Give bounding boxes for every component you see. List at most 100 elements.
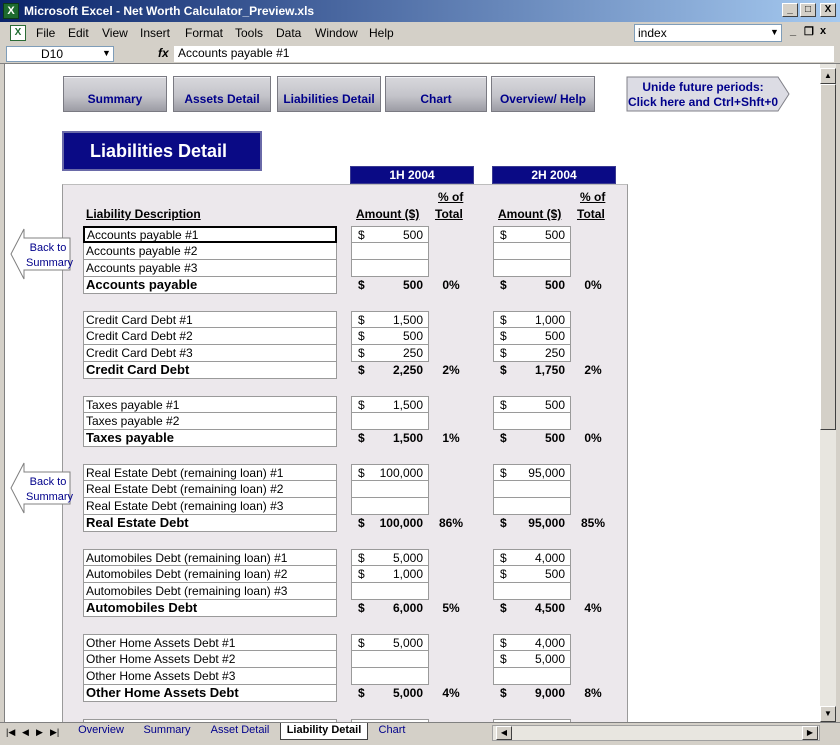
tab-first-icon[interactable]: |◀	[6, 727, 15, 738]
amount-cell-p2[interactable]	[493, 498, 571, 515]
workbook-icon[interactable]: X	[10, 25, 26, 41]
menu-tools[interactable]: Tools	[235, 26, 263, 40]
description-cell[interactable]: Credit Card Debt #3	[83, 345, 337, 362]
amount-cell-p1[interactable]: $250	[351, 345, 429, 362]
close-button[interactable]: X	[820, 3, 836, 17]
amount-cell-p1[interactable]: $1,500	[351, 396, 429, 413]
description-cell[interactable]: Accounts payable #3	[83, 260, 337, 277]
amount-cell-p1[interactable]	[351, 260, 429, 277]
minimize-button[interactable]: _	[782, 3, 798, 17]
description-cell[interactable]: Taxes payable #1	[83, 396, 337, 413]
nav-liabilities-detail-button[interactable]: Liabilities Detail	[277, 76, 381, 112]
fx-icon[interactable]: fx	[158, 46, 169, 60]
tab-summary[interactable]: Summary	[138, 723, 196, 740]
amount-cell-p2[interactable]	[493, 668, 571, 685]
amount-cell-p2[interactable]: $4,000	[493, 634, 571, 651]
scroll-up-icon[interactable]: ▲	[820, 68, 836, 84]
workbook-minimize-button[interactable]: _	[790, 25, 796, 37]
menu-data[interactable]: Data	[276, 26, 301, 40]
menu-window[interactable]: Window	[315, 26, 358, 40]
nav-assets-detail-button[interactable]: Assets Detail	[173, 76, 271, 112]
amount-cell-p2[interactable]: $4,000	[493, 549, 571, 566]
description-cell[interactable]: Automobiles Debt (remaining loan) #2	[83, 566, 337, 583]
description-cell[interactable]: Credit Card Debt #1	[83, 311, 337, 328]
scrollbar-thumb[interactable]	[820, 84, 836, 430]
amount-cell-p1[interactable]	[351, 651, 429, 668]
description-cell[interactable]: Other Home Assets Debt #2	[83, 651, 337, 668]
amount-cell-p2[interactable]: $5,000	[493, 651, 571, 668]
tab-liability-detail[interactable]: Liability Detail	[280, 723, 368, 740]
amount-cell-p1[interactable]: $1,000	[351, 566, 429, 583]
currency-symbol: $	[358, 278, 365, 292]
maximize-button[interactable]: □	[800, 3, 816, 17]
tab-chart[interactable]: Chart	[372, 723, 412, 740]
currency-symbol: $	[500, 551, 507, 565]
scroll-right-icon[interactable]: ▶	[802, 726, 818, 740]
description-cell[interactable]: Other Home Assets Debt #1	[83, 634, 337, 651]
menu-view[interactable]: View	[102, 26, 128, 40]
amount-cell-p2[interactable]	[493, 413, 571, 430]
amount-cell-p1[interactable]: $1,500	[351, 311, 429, 328]
description-cell[interactable]: Other Home Assets Debt #3	[83, 668, 337, 685]
menu-insert[interactable]: Insert	[140, 26, 170, 40]
amount-cell-p2[interactable]: $1,000	[493, 311, 571, 328]
menu-format[interactable]: Format	[185, 26, 223, 40]
amount-cell-p2[interactable]	[493, 243, 571, 260]
workbook-close-button[interactable]: x	[820, 25, 826, 37]
description-cell[interactable]: Real Estate Debt (remaining loan) #1	[83, 464, 337, 481]
formula-input[interactable]: Accounts payable #1	[174, 46, 834, 62]
amount-cell-p2[interactable]	[493, 481, 571, 498]
amount-cell-p2[interactable]: $250	[493, 345, 571, 362]
amount-cell-p1[interactable]	[351, 583, 429, 600]
tab-last-icon[interactable]: ▶|	[50, 727, 59, 738]
tab-prev-icon[interactable]: ◀	[22, 727, 29, 738]
nav-summary-button[interactable]: Summary	[63, 76, 167, 112]
amount-cell-p2[interactable]: $500	[493, 566, 571, 583]
menu-help[interactable]: Help	[369, 26, 394, 40]
back-to-summary-button[interactable]: Back to Summary	[10, 228, 73, 280]
amount-cell-p2[interactable]	[493, 583, 571, 600]
nav-chart-button[interactable]: Chart	[385, 76, 487, 112]
tab-next-icon[interactable]: ▶	[36, 727, 43, 738]
description-cell[interactable]: Accounts payable #2	[83, 243, 337, 260]
description-cell[interactable]: Real Estate Debt (remaining loan) #2	[83, 481, 337, 498]
amount-cell-p1[interactable]	[351, 413, 429, 430]
horizontal-scrollbar[interactable]	[492, 725, 820, 741]
pct-of-total-p2: 2%	[584, 363, 602, 377]
help-search-input[interactable]: index	[634, 24, 782, 42]
amount-cell-p1[interactable]: $5,000	[351, 549, 429, 566]
amount-cell-p1[interactable]: $5,000	[351, 634, 429, 651]
amount-cell-p1[interactable]	[351, 243, 429, 260]
amount-cell-p1[interactable]: $500	[351, 328, 429, 345]
tab-asset-detail[interactable]: Asset Detail	[204, 723, 276, 740]
name-box[interactable]: D10	[6, 46, 114, 62]
amount-cell-p2[interactable]: $500	[493, 396, 571, 413]
scroll-down-icon[interactable]: ▼	[820, 706, 836, 722]
amount-cell-p1[interactable]	[351, 481, 429, 498]
unhide-periods-button[interactable]: Unide future periods: Click here and Ctrl…	[626, 76, 790, 112]
description-cell[interactable]: Real Estate Debt (remaining loan) #3	[83, 498, 337, 515]
chevron-down-icon[interactable]: ▼	[770, 27, 779, 37]
menu-file[interactable]: File	[36, 26, 55, 40]
workbook-restore-button[interactable]: ❐	[804, 25, 814, 38]
amount-cell-p2[interactable]: $500	[493, 328, 571, 345]
chevron-down-icon[interactable]: ▼	[102, 48, 111, 58]
amount-cell-p2[interactable]: $500	[493, 226, 571, 243]
tab-overview[interactable]: Overview	[72, 723, 130, 740]
currency-symbol: $	[500, 313, 507, 327]
amount-cell-p2[interactable]	[493, 260, 571, 277]
amount-cell-p2[interactable]: $95,000	[493, 464, 571, 481]
description-cell[interactable]: Automobiles Debt (remaining loan) #1	[83, 549, 337, 566]
amount-cell-p1[interactable]: $100,000	[351, 464, 429, 481]
amount-cell-p1[interactable]	[351, 498, 429, 515]
description-cell[interactable]: Automobiles Debt (remaining loan) #3	[83, 583, 337, 600]
description-cell[interactable]: Credit Card Debt #2	[83, 328, 337, 345]
menu-edit[interactable]: Edit	[68, 26, 89, 40]
nav-overview-help-button[interactable]: Overview/ Help	[491, 76, 595, 112]
description-cell[interactable]: Accounts payable #1	[83, 226, 337, 243]
description-cell[interactable]: Taxes payable #2	[83, 413, 337, 430]
amount-cell-p1[interactable]: $500	[351, 226, 429, 243]
amount-cell-p1[interactable]	[351, 668, 429, 685]
back-to-summary-button[interactable]: Back to Summary	[10, 462, 73, 514]
scroll-left-icon[interactable]: ◀	[496, 726, 512, 740]
